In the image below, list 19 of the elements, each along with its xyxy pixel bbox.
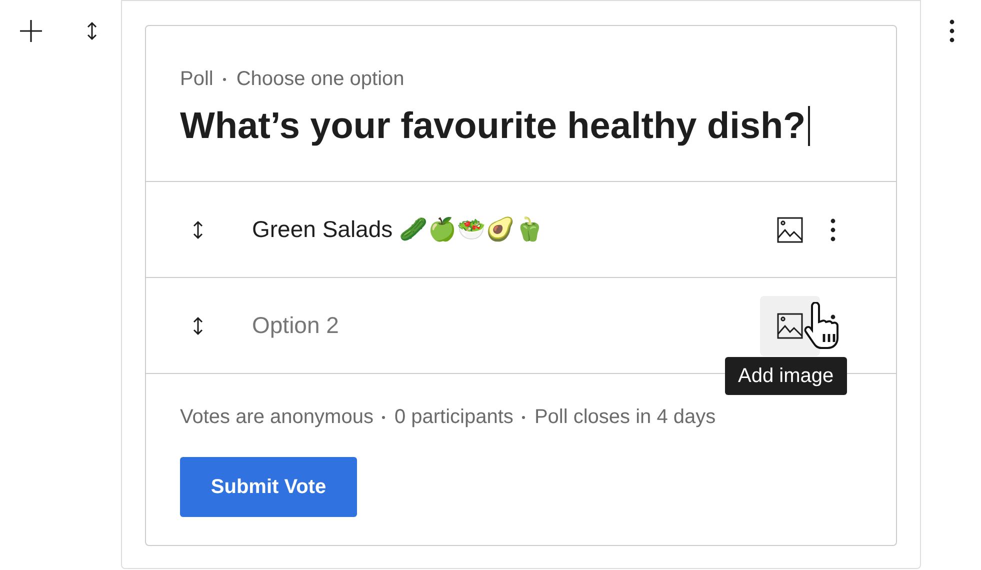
- poll-info: Votes are anonymous: [180, 405, 374, 430]
- poll-info: Poll closes in 4 days: [534, 405, 716, 430]
- block-menu-icon[interactable]: [949, 19, 955, 43]
- add-icon[interactable]: [20, 20, 42, 42]
- question-field[interactable]: What’s your favourite healthy dish?: [180, 102, 862, 150]
- poll-info: 0 participants: [394, 405, 514, 430]
- poll-type: Poll: [180, 67, 214, 92]
- drag-handle-icon[interactable]: [192, 220, 204, 240]
- image-icon: [777, 312, 803, 338]
- submit-vote-button[interactable]: Submit Vote: [180, 457, 357, 517]
- drag-handle-icon[interactable]: [192, 316, 204, 336]
- image-icon: [777, 216, 803, 242]
- move-icon[interactable]: [86, 21, 98, 41]
- option-field[interactable]: Option 2: [252, 308, 760, 343]
- option-menu-icon[interactable]: [830, 218, 836, 242]
- poll-mode: Choose one option: [236, 67, 404, 92]
- option-field[interactable]: Green Salads 🥒🍏🥗🥑🫑: [252, 212, 760, 247]
- hand-cursor-icon: [804, 302, 840, 350]
- tooltip: Add image: [725, 356, 847, 394]
